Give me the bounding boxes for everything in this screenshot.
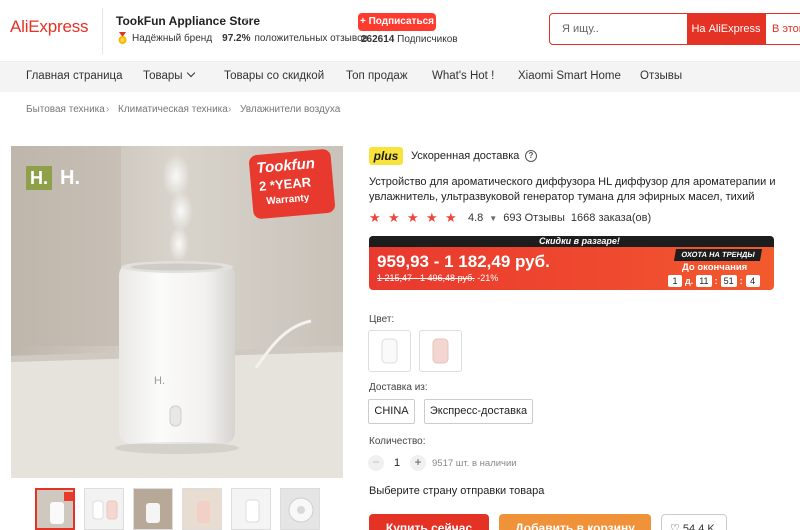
timer-minutes: 51: [720, 275, 737, 287]
quantity-label: Количество:: [369, 436, 426, 447]
positive-label: положительных отзывов: [254, 33, 368, 44]
reviews-link[interactable]: 693 Отзывы: [503, 212, 565, 224]
trend-hunt-badge: ОХОТА НА ТРЕНДЫ: [673, 249, 763, 261]
thumbnail[interactable]: [231, 488, 271, 530]
product-main-image[interactable]: H. H. H. Tookfun 2 *YEAR Warranty: [11, 146, 343, 478]
hl-logo-badge: H.: [26, 166, 52, 190]
color-swatch-pink[interactable]: [419, 330, 462, 372]
header: AliExpress TookFun Appliance Store ▼ Над…: [0, 0, 800, 62]
star-icon: ★: [369, 210, 381, 225]
nav-item-home[interactable]: Главная страница: [26, 70, 123, 82]
search-input[interactable]: [562, 21, 682, 37]
current-price: 959,93 - 1 182,49 руб.: [377, 252, 550, 271]
fast-delivery-label: Ускоренная доставка: [411, 150, 520, 162]
plus-badge: plus: [369, 147, 403, 165]
nav-item-xiaomi[interactable]: Xiaomi Smart Home: [518, 70, 621, 82]
store-meta: Надёжный бренд 97.2% положительных отзыв…: [117, 32, 368, 45]
until-label: До окончания: [682, 262, 748, 273]
nav-item-top-sales[interactable]: Топ продаж: [346, 70, 408, 82]
help-icon[interactable]: ?: [525, 150, 537, 162]
ship-option-express[interactable]: Экспресс-доставка: [424, 399, 533, 424]
product-title: Устройство для ароматического диффузора …: [369, 176, 776, 203]
timer-hours: 11: [696, 275, 712, 287]
chevron-down-icon[interactable]: ▼: [242, 16, 250, 25]
aliexpress-logo[interactable]: AliExpress: [10, 17, 89, 37]
hl-logo-text: H.: [60, 167, 80, 189]
nav-item-whats-hot[interactable]: What's Hot !: [432, 70, 494, 82]
positive-pct: 97.2%: [222, 33, 251, 44]
subscribers-number: 262614: [361, 34, 395, 45]
orders-count: 1668 заказа(ов): [570, 212, 652, 224]
warranty-label: Warranty: [265, 192, 310, 208]
countdown-timer: 1 д. 11 : 51 : 4: [668, 275, 760, 287]
thumbnail-strip: [35, 488, 325, 530]
thumbnail[interactable]: [35, 488, 75, 530]
warranty-year: 2 *YEAR: [258, 174, 312, 194]
old-price-value: 1 215,47 - 1 496,48 руб.: [377, 273, 475, 283]
divider: [102, 8, 103, 54]
trusted-brand-label: Надёжный бренд: [132, 33, 213, 44]
nav-item-discounts[interactable]: Товары со скидкой: [224, 70, 324, 82]
store-name[interactable]: TookFun Appliance Store: [116, 14, 260, 28]
subscribers-label: Подписчиков: [397, 34, 458, 45]
quantity-value[interactable]: 1: [394, 457, 400, 469]
nav-item-products-label: Товары: [143, 70, 183, 82]
nav-item-reviews[interactable]: Отзывы: [640, 70, 682, 82]
ship-option-china[interactable]: CHINA: [368, 399, 415, 424]
shipping-from-label: Доставка из:: [369, 382, 428, 393]
search-store-button[interactable]: В этом: [765, 13, 800, 45]
chevron-right-icon: ›: [228, 104, 232, 115]
device-logo: H.: [154, 375, 165, 387]
store-nav: Главная страница Товары Товары со скидко…: [0, 62, 800, 92]
medal-icon: [117, 32, 128, 45]
color-swatch-white[interactable]: [368, 330, 411, 372]
timer-days-label: д.: [685, 276, 694, 286]
chevron-down-icon: [186, 68, 195, 78]
timer-days: 1: [668, 275, 682, 287]
breadcrumb-item[interactable]: Климатическая техника: [118, 104, 228, 115]
thumbnail[interactable]: [182, 488, 222, 530]
star-icon: ★: [426, 210, 438, 225]
old-price: 1 215,47 - 1 496,48 руб. -21%: [377, 273, 498, 283]
star-icon: ★: [407, 210, 419, 225]
warranty-badge: Tookfun 2 *YEAR Warranty: [248, 148, 336, 220]
breadcrumb-item[interactable]: Увлажнители воздуха: [240, 104, 340, 115]
timer-separator: :: [714, 276, 718, 286]
star-icon: ★: [445, 210, 457, 225]
breadcrumb-item[interactable]: Бытовая техника: [26, 104, 105, 115]
chevron-right-icon: ›: [106, 104, 110, 115]
rating-value: 4.8: [468, 212, 484, 224]
rating-row: ★ ★ ★ ★ ★ 4.8 ▼ 693 Отзывы 1668 заказа(о…: [369, 210, 657, 225]
price-sale-box: Скидки в разгаре! 959,93 - 1 182,49 руб.…: [369, 236, 774, 290]
discount-percent: -21%: [477, 273, 499, 283]
buy-now-button[interactable]: Купить сейчас: [369, 514, 489, 530]
chevron-down-icon[interactable]: ▼: [489, 214, 497, 223]
add-to-cart-button[interactable]: Добавить в корзину: [499, 514, 651, 530]
quantity-decrease-button[interactable]: −: [368, 455, 384, 471]
thumbnail[interactable]: [280, 488, 320, 530]
search-aliexpress-button[interactable]: На AliExpress: [687, 13, 765, 45]
star-icon: ★: [388, 210, 400, 225]
quantity-increase-button[interactable]: +: [410, 455, 426, 471]
nav-item-products[interactable]: Товары: [143, 68, 195, 82]
stock-count: 9517 шт. в наличии: [432, 458, 517, 469]
wishlist-button[interactable]: ♡ 54,4 K: [661, 514, 727, 530]
subscribe-button[interactable]: + Подписаться: [358, 13, 436, 31]
thumbnail[interactable]: [133, 488, 173, 530]
thumbnail[interactable]: [84, 488, 124, 530]
timer-separator: :: [739, 276, 743, 286]
timer-seconds: 4: [745, 275, 760, 287]
color-label: Цвет:: [369, 314, 395, 325]
ship-country-note: Выберите страну отправки товара: [369, 485, 545, 497]
sale-banner-text: Скидки в разгаре!: [539, 236, 620, 246]
rating-stars: ★ ★ ★ ★ ★: [369, 210, 463, 225]
subscribers-count: 262614 Подписчиков: [361, 34, 458, 45]
search-bar: На AliExpress В этом: [549, 13, 800, 45]
